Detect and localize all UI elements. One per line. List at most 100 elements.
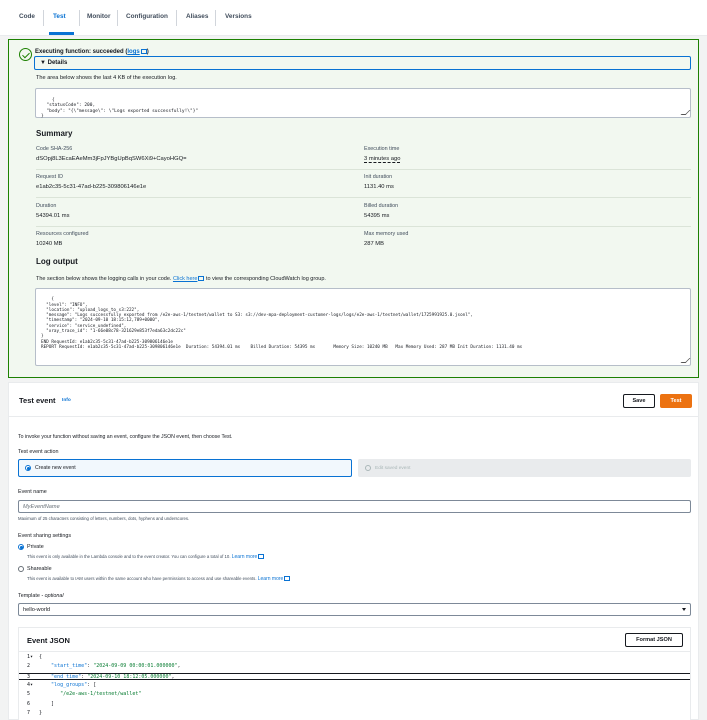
event-name-hint: Maximum of 25 characters consisting of l…	[18, 516, 190, 521]
line-number: 6	[27, 700, 31, 707]
editor-line[interactable]: 6 ]	[19, 701, 690, 709]
editor-line[interactable]: 3 "end_time": "2024-09-10 18:12:05.00000…	[19, 672, 690, 681]
save-button[interactable]: Save	[623, 394, 655, 408]
line-code: "/e2e-aws-1/testnet/wallet"	[60, 691, 142, 698]
tab-aliases[interactable]: Aliases	[186, 13, 208, 20]
code-sha-value: dSOpj8L3EcaEAeMm3jFpJYBgUpBqSW6Xi9+CayoH…	[36, 156, 187, 162]
external-link-icon	[198, 275, 205, 281]
line-number: 2	[27, 663, 31, 670]
private-radio[interactable]	[18, 544, 24, 550]
editor-line[interactable]: 5 "/e2e-aws-1/testnet/wallet"	[19, 691, 690, 699]
create-new-event-label: Create new event	[35, 465, 76, 471]
execution-time-label: Execution time	[364, 146, 400, 152]
line-number: 5	[27, 691, 31, 698]
radio-disabled-icon	[365, 465, 371, 471]
log-output-area[interactable]: { "level": "INFO", "location": "upload_l…	[35, 288, 691, 366]
response-output[interactable]: { "statusCode": 200, "body": "{\"message…	[35, 88, 691, 119]
test-event-panel: Test event Info Save Test To invoke your…	[8, 382, 699, 720]
request-id-value: e1ab2c35-5c31-47ad-b225-309806146e1e	[36, 184, 147, 190]
log-area-description: The area below shows the last 4 KB of th…	[36, 75, 177, 81]
billed-duration-label: Billed duration	[364, 203, 399, 209]
line-number: 3	[27, 673, 31, 680]
event-json-header: Event JSON Format JSON	[19, 628, 690, 652]
template-label: Template - optional	[18, 593, 64, 599]
log-output-heading: Log output	[36, 257, 78, 266]
tab-versions[interactable]: Versions	[225, 13, 252, 20]
function-tabs: Code Test Monitor Configuration Aliases …	[0, 0, 707, 36]
json-editor[interactable]: 1▾ {2 "start_time": "2024-09-09 00:00:01.…	[19, 654, 690, 720]
request-id-label: Request ID	[36, 174, 63, 180]
create-new-event-option[interactable]: Create new event	[18, 459, 352, 477]
line-code: "log_groups": [	[51, 681, 97, 688]
execution-status-title: Executing function: succeeded (logs)	[35, 48, 149, 55]
event-name-field[interactable]	[18, 500, 691, 513]
duration-value: 54394.01 ms	[36, 213, 70, 219]
editor-line[interactable]: 2 "start_time": "2024-09-09 00:00:01.000…	[19, 663, 690, 671]
tab-divider	[43, 10, 44, 26]
max-memory-label: Max memory used	[364, 231, 409, 237]
format-json-button[interactable]: Format JSON	[625, 633, 683, 647]
event-sharing-label: Event sharing settings	[18, 533, 72, 539]
details-expander[interactable]: ▼ Details	[34, 56, 691, 70]
click-here-link[interactable]: Click here	[173, 276, 197, 282]
tab-configuration[interactable]: Configuration	[126, 13, 168, 20]
event-json-panel: Event JSON Format JSON 1▾ {2 "start_time"…	[18, 627, 691, 720]
event-name-label: Event name	[18, 489, 47, 495]
editor-line[interactable]: 1▾ {	[19, 654, 690, 662]
tab-divider	[79, 10, 80, 26]
billed-duration-value: 54395 ms	[364, 213, 390, 219]
init-duration-value: 1131.40 ms	[364, 184, 394, 190]
line-number: 7	[27, 709, 31, 716]
shareable-description: This event is available to IAM users wit…	[27, 575, 291, 582]
log-output-description: The section below shows the logging call…	[36, 275, 326, 282]
external-link-icon	[284, 575, 291, 581]
shareable-label: Shareable	[27, 566, 52, 572]
external-link-icon	[258, 553, 265, 559]
resize-handle[interactable]	[680, 110, 691, 115]
line-code: "start_time": "2024-09-09 00:00:01.00000…	[51, 663, 181, 670]
event-json-title: Event JSON	[27, 636, 70, 645]
test-button[interactable]: Test	[660, 394, 692, 408]
tab-test[interactable]: Test	[53, 13, 66, 20]
line-number: 1▾	[27, 654, 34, 660]
tab-monitor[interactable]: Monitor	[87, 13, 110, 20]
execution-time-value[interactable]: 3 minutes ago	[364, 156, 401, 163]
external-link-icon	[140, 48, 147, 54]
code-sha-label: Code SHA-256	[36, 146, 73, 152]
editor-line[interactable]: 7}	[19, 710, 690, 718]
info-link[interactable]: Info	[62, 398, 71, 403]
init-duration-label: Init duration	[364, 174, 393, 180]
radio-selected-icon	[25, 465, 31, 471]
test-event-title: Test event	[19, 396, 56, 405]
success-check-icon	[19, 48, 32, 61]
execution-result-panel: Executing function: succeeded (logs) ▼ D…	[8, 39, 699, 378]
summary-heading: Summary	[36, 129, 73, 138]
editor-line[interactable]: 4▾ "log_groups": [	[19, 682, 690, 690]
details-label: ▼ Details	[40, 59, 68, 66]
line-number: 4▾	[27, 681, 34, 688]
duration-label: Duration	[36, 203, 57, 209]
caret-down-icon	[682, 608, 686, 611]
tab-divider	[176, 10, 177, 26]
line-code: "end_time": "2024-09-10 18:12:05.000000"…	[51, 673, 175, 680]
edit-saved-event-label: Edit saved event	[375, 465, 411, 471]
shareable-radio[interactable]	[18, 566, 24, 572]
line-code: ]	[51, 700, 55, 707]
summary-divider	[36, 169, 691, 170]
summary-divider	[36, 197, 691, 198]
resources-label: Resources configured	[36, 231, 89, 237]
logs-link[interactable]: logs	[127, 49, 139, 55]
tab-divider	[117, 10, 118, 26]
tab-code[interactable]: Code	[19, 13, 35, 20]
event-name-input[interactable]	[23, 504, 686, 510]
max-memory-value: 287 MB	[364, 241, 384, 247]
learn-more-link[interactable]: Learn more	[232, 554, 258, 560]
tab-divider	[215, 10, 216, 26]
active-tab-indicator	[49, 32, 74, 35]
resources-value: 10240 MB	[36, 241, 63, 247]
template-select[interactable]: hello-world	[18, 603, 691, 616]
resize-handle[interactable]	[680, 358, 691, 363]
summary-divider	[36, 226, 691, 227]
test-event-header: Test event Info Save Test	[9, 383, 698, 417]
learn-more-link[interactable]: Learn more	[258, 576, 284, 582]
